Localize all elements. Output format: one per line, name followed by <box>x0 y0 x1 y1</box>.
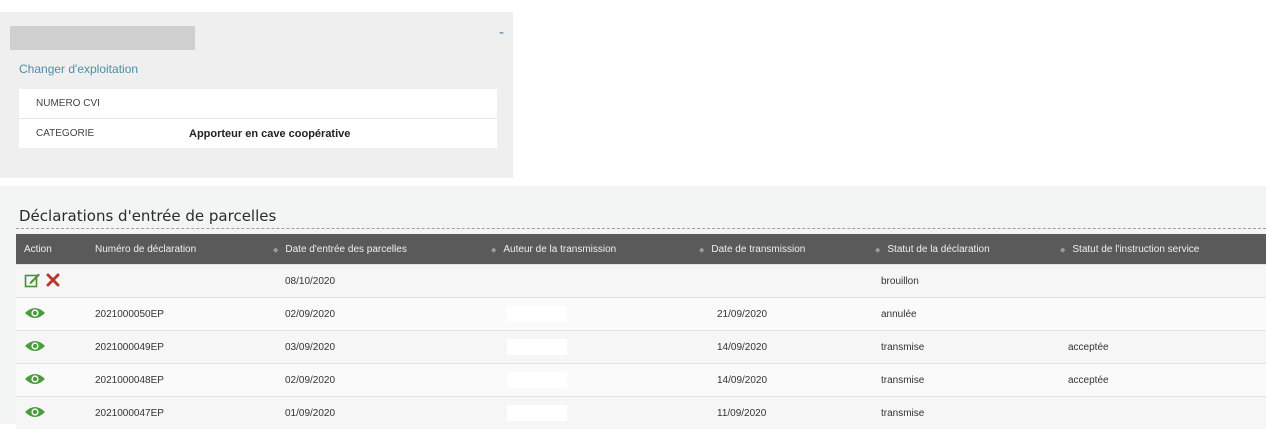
cell-date-transmission: 21/09/2020 <box>699 298 875 331</box>
cell-auteur <box>491 364 699 397</box>
column-header-statut[interactable]: ◆Statut de la déclaration <box>875 234 1060 265</box>
auteur-redacted <box>507 372 567 388</box>
table-row: 2021000047EP01/09/2020 11/09/2020transmis… <box>16 397 1266 429</box>
cell-auteur <box>491 298 699 331</box>
view-icon[interactable] <box>24 372 46 389</box>
farm-info-row-cvi: NUMERO CVI <box>19 89 497 118</box>
category-label: CATEGORIE <box>19 128 189 139</box>
table-row: 2021000048EP02/09/2020 14/09/2020transmis… <box>16 364 1266 397</box>
cell-auteur <box>491 265 699 298</box>
cell-date-entree: 01/09/2020 <box>273 397 491 429</box>
delete-icon[interactable] <box>46 273 60 290</box>
cell-date-transmission: 11/09/2020 <box>699 397 875 429</box>
cell-instruction <box>1060 298 1266 331</box>
table-header-row: Action Numéro de déclaration ◆Date d'ent… <box>16 234 1266 265</box>
view-icon[interactable] <box>24 306 46 323</box>
cvi-label: NUMERO CVI <box>19 98 189 109</box>
cell-instruction <box>1060 397 1266 429</box>
sort-icon[interactable]: ◆ <box>1060 247 1065 254</box>
farm-card: - Changer d'exploitation NUMERO CVI CATE… <box>0 12 513 178</box>
sort-icon[interactable]: ◆ <box>491 247 496 254</box>
cell-auteur <box>491 397 699 429</box>
cell-actions <box>16 331 79 364</box>
declarations-table: Action Numéro de déclaration ◆Date d'ent… <box>16 234 1266 429</box>
view-icon[interactable] <box>24 339 46 356</box>
edit-icon[interactable] <box>24 272 41 291</box>
cell-actions <box>16 364 79 397</box>
cell-numero <box>79 265 273 298</box>
declarations-section: Déclarations d'entrée de parcelles Actio… <box>0 186 1266 424</box>
cell-numero: 2021000048EP <box>79 364 273 397</box>
cell-date-entree: 02/09/2020 <box>273 298 491 331</box>
cell-actions <box>16 397 79 429</box>
sort-icon[interactable]: ◆ <box>699 247 704 254</box>
column-header-instruction[interactable]: ◆Statut de l'instruction service <box>1060 234 1266 265</box>
cell-actions <box>16 265 79 298</box>
cell-statut: brouillon <box>875 265 1060 298</box>
cell-date-transmission: 14/09/2020 <box>699 331 875 364</box>
cell-statut: transmise <box>875 397 1060 429</box>
table-row: 2021000050EP02/09/2020 21/09/2020annulée <box>16 298 1266 331</box>
collapse-toggle[interactable]: - <box>499 24 504 41</box>
table-row: 08/10/2020 brouillon <box>16 265 1266 298</box>
change-farm-link[interactable]: Changer d'exploitation <box>19 62 138 76</box>
cell-date-entree: 08/10/2020 <box>273 265 491 298</box>
cell-date-transmission: 14/09/2020 <box>699 364 875 397</box>
column-header-numero[interactable]: Numéro de déclaration <box>79 234 273 265</box>
section-title: Déclarations d'entrée de parcelles <box>19 207 276 225</box>
farm-info-row-category: CATEGORIE Apporteur en cave coopérative <box>19 118 497 148</box>
cell-date-transmission <box>699 265 875 298</box>
title-divider <box>16 228 1266 229</box>
cell-instruction: acceptée <box>1060 331 1266 364</box>
column-header-action: Action <box>16 234 79 265</box>
cell-date-entree: 02/09/2020 <box>273 364 491 397</box>
cell-auteur <box>491 331 699 364</box>
cell-statut: annulée <box>875 298 1060 331</box>
cell-instruction: acceptée <box>1060 364 1266 397</box>
sort-icon[interactable]: ◆ <box>273 247 278 254</box>
cell-instruction <box>1060 265 1266 298</box>
cell-date-entree: 03/09/2020 <box>273 331 491 364</box>
column-header-auteur[interactable]: ◆Auteur de la transmission <box>491 234 699 265</box>
cell-numero: 2021000047EP <box>79 397 273 429</box>
auteur-redacted <box>507 405 567 421</box>
auteur-redacted <box>507 306 567 322</box>
table-row: 2021000049EP03/09/2020 14/09/2020transmis… <box>16 331 1266 364</box>
column-header-date-transmission[interactable]: ◆Date de transmission <box>699 234 875 265</box>
cell-numero: 2021000049EP <box>79 331 273 364</box>
category-value: Apporteur en cave coopérative <box>189 128 350 140</box>
cell-statut: transmise <box>875 331 1060 364</box>
sort-icon[interactable]: ◆ <box>875 247 880 254</box>
cell-actions <box>16 298 79 331</box>
view-icon[interactable] <box>24 405 46 422</box>
farm-info-table: NUMERO CVI CATEGORIE Apporteur en cave c… <box>19 89 497 148</box>
cell-numero: 2021000050EP <box>79 298 273 331</box>
farm-name-redacted <box>10 26 195 50</box>
cell-statut: transmise <box>875 364 1060 397</box>
auteur-redacted <box>507 339 567 355</box>
column-header-date-entree[interactable]: ◆Date d'entrée des parcelles <box>273 234 491 265</box>
